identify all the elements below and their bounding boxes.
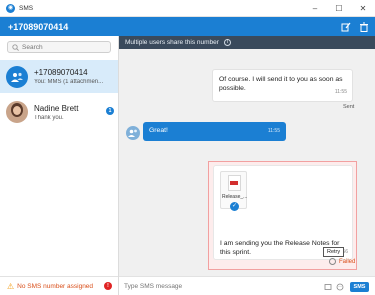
conversation-item-active[interactable]: +17089070414 You: MMS (1 attachmen... — [0, 60, 118, 93]
window-controls: – ☐ ✕ — [303, 0, 375, 17]
window-title: SMS — [19, 4, 34, 12]
maximize-button[interactable]: ☐ — [327, 0, 351, 17]
send-sms-button[interactable]: SMS — [350, 282, 369, 292]
edit-icon[interactable] — [338, 19, 353, 34]
warning-text: No SMS number assigned — [17, 282, 94, 290]
info-icon[interactable]: i — [223, 39, 231, 46]
sms-number-warning[interactable]: ⚠ No SMS number assigned ! — [0, 276, 118, 295]
trash-icon[interactable] — [356, 19, 371, 34]
conversation-item[interactable]: Nadine Brett Thank you. 1 — [0, 95, 118, 129]
retry-icon — [329, 258, 336, 265]
group-avatar-icon — [126, 126, 140, 140]
message-bubble-failed[interactable]: Release_... ✓ I am sending you the Relea… — [213, 165, 353, 260]
check-icon: ✓ — [230, 202, 239, 211]
conversation-texts: +17089070414 You: MMS (1 attachmen... — [34, 68, 104, 85]
user-photo — [6, 101, 28, 123]
error-badge: ! — [104, 282, 112, 290]
attach-icon[interactable] — [323, 282, 332, 291]
message-text: Of course. I will send it to you as soon… — [219, 76, 343, 92]
message-bubble-outgoing: Great! 11:55 — [143, 122, 286, 141]
attachment-card[interactable]: Release_... ✓ — [220, 171, 248, 211]
search-input[interactable] — [22, 43, 102, 51]
message-time: 11:55 — [267, 128, 280, 134]
shared-number-banner: Multiple users share this number i — [119, 36, 375, 49]
search-wrap — [0, 36, 118, 58]
app-icon: ◉ — [6, 3, 15, 13]
emoji-icon[interactable] — [335, 282, 344, 291]
search-icon — [12, 43, 19, 51]
group-icon — [6, 65, 28, 88]
conversation-preview: Thank you. — [34, 114, 64, 121]
failed-label: Failed — [339, 258, 356, 265]
banner-text: Multiple users share this number — [125, 39, 219, 46]
search-box[interactable] — [7, 41, 111, 53]
conversation-name: +17089070414 — [34, 68, 88, 77]
conversation-preview: You: MMS (1 attachmen... — [34, 79, 104, 85]
pdf-file-icon — [228, 175, 241, 191]
chat-pane: Multiple users share this number i Of co… — [119, 36, 375, 295]
message-time: 11:55 — [334, 89, 347, 95]
retry-button[interactable]: Failed — [329, 258, 355, 265]
conversation-name: Nadine Brett — [34, 103, 79, 113]
warning-icon: ⚠ — [7, 281, 15, 291]
close-button[interactable]: ✕ — [351, 0, 375, 17]
message-bubble-incoming: Of course. I will send it to you as soon… — [212, 69, 353, 102]
message-status: Sent — [343, 104, 355, 110]
header-number: +17089070414 — [8, 21, 69, 32]
message-text: Great! — [149, 127, 168, 134]
minimize-button[interactable]: – — [303, 0, 327, 17]
conversation-header: +17089070414 — [0, 17, 375, 36]
window-titlebar: ◉ SMS – ☐ ✕ — [0, 0, 375, 17]
attachment-name: Release_... — [222, 194, 248, 200]
message-composer: SMS — [119, 276, 375, 295]
send-label: SMS — [353, 284, 366, 290]
conversation-texts: Nadine Brett Thank you. — [34, 104, 104, 121]
message-input[interactable] — [124, 282, 314, 290]
message-text: I am sending you the Release Notes for t… — [220, 240, 340, 256]
conversation-list-pane: +17089070414 You: MMS (1 attachmen... Na… — [0, 36, 119, 295]
retry-tooltip: Retry — [323, 247, 345, 257]
unread-badge: 1 — [106, 107, 114, 115]
